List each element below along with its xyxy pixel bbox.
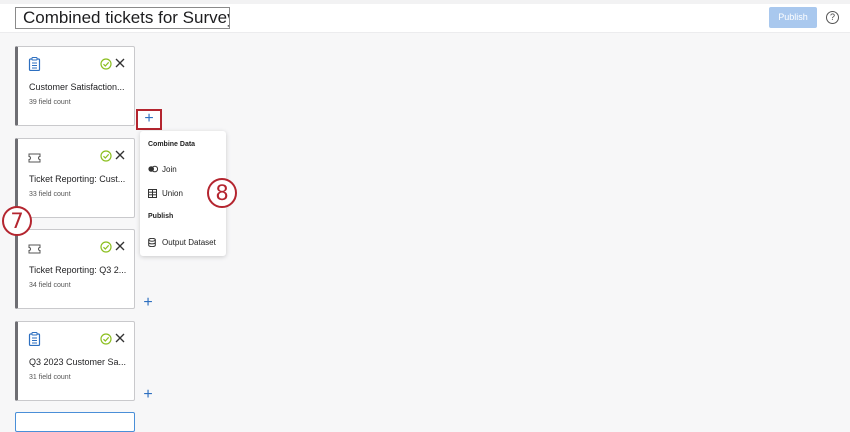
card-field-count: 34 field count (29, 282, 71, 289)
menu-item-label: Output Dataset (162, 238, 216, 247)
database-icon (148, 238, 156, 247)
survey-clipboard-icon (28, 57, 41, 71)
source-card-2[interactable]: Ticket Reporting: Cust... 33 field count (15, 138, 135, 218)
plus-icon: + (144, 110, 154, 127)
project-title-input[interactable]: Combined tickets for Survey... (15, 7, 230, 29)
add-step-button[interactable]: + (142, 295, 154, 311)
help-icon[interactable]: ? (826, 11, 839, 24)
check-circle-icon (100, 58, 112, 70)
close-icon[interactable] (115, 58, 125, 68)
add-step-button-highlighted[interactable]: + (136, 109, 162, 130)
card-field-count: 33 field count (29, 191, 71, 198)
check-circle-icon (100, 150, 112, 162)
source-card-5-partial[interactable] (15, 412, 135, 432)
card-name: Q3 2023 Customer Sa... (29, 357, 127, 367)
union-table-icon (148, 189, 157, 198)
check-circle-icon (100, 241, 112, 253)
close-icon[interactable] (115, 241, 125, 251)
top-bar: Combined tickets for Survey... Publish ? (0, 0, 850, 33)
callout-badge-7: 7 (2, 206, 32, 236)
card-name: Ticket Reporting: Cust... (29, 174, 126, 184)
join-icon (148, 165, 158, 173)
top-divider (0, 0, 850, 4)
ticket-icon (28, 153, 41, 163)
close-icon[interactable] (115, 150, 125, 160)
card-field-count: 31 field count (29, 374, 71, 381)
menu-item-label: Union (162, 189, 183, 198)
callout-badge-8: 8 (207, 178, 237, 208)
source-card-4[interactable]: Q3 2023 Customer Sa... 31 field count (15, 321, 135, 401)
close-icon[interactable] (115, 333, 125, 343)
check-circle-icon (100, 333, 112, 345)
survey-clipboard-icon (28, 332, 41, 346)
card-field-count: 39 field count (29, 99, 71, 106)
menu-item-output-dataset[interactable]: Output Dataset (148, 237, 222, 249)
publish-button[interactable]: Publish (769, 7, 817, 28)
card-name: Ticket Reporting: Q3 2... (29, 265, 127, 275)
card-name: Customer Satisfaction... (29, 82, 125, 92)
ticket-icon (28, 244, 41, 254)
source-card-3[interactable]: Ticket Reporting: Q3 2... 34 field count (15, 229, 135, 309)
add-step-button[interactable]: + (142, 387, 154, 403)
source-card-1[interactable]: Customer Satisfaction... 39 field count (15, 46, 135, 126)
menu-header-combine: Combine Data (148, 141, 196, 148)
menu-item-join[interactable]: Join (148, 164, 218, 176)
menu-header-publish: Publish (148, 213, 174, 220)
menu-item-label: Join (162, 165, 177, 174)
